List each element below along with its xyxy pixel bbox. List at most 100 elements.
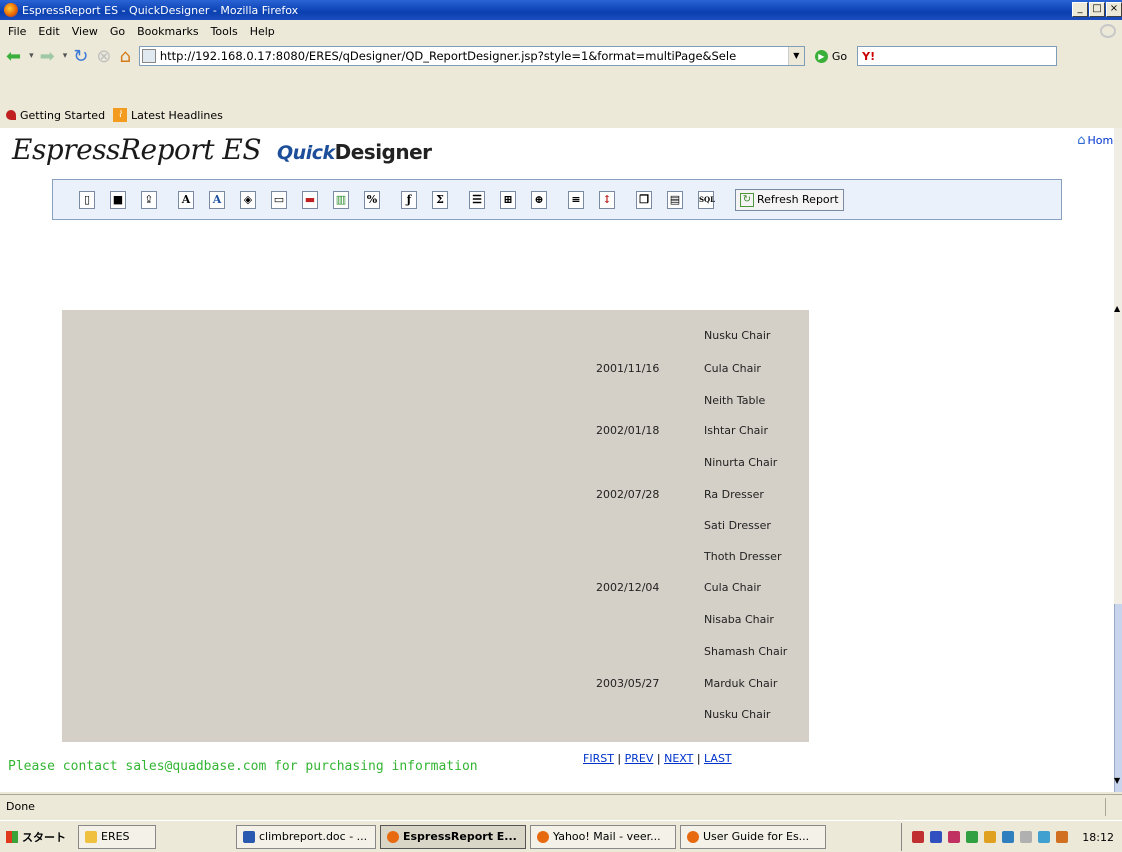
font-icon[interactable]: A bbox=[178, 190, 194, 209]
search-box[interactable]: Y! bbox=[857, 46, 1058, 66]
tray-app-icon[interactable] bbox=[966, 831, 979, 843]
menu-bookmarks[interactable]: Bookmarks bbox=[133, 25, 206, 38]
border-icon[interactable]: ▭ bbox=[271, 190, 287, 209]
clock: 18:12 bbox=[1082, 830, 1114, 844]
forward-dropdown-icon[interactable]: ▾ bbox=[63, 51, 68, 61]
report-row: Shamash Chair bbox=[62, 645, 809, 661]
new-icon[interactable]: ▯ bbox=[79, 190, 95, 209]
menu-tools[interactable]: Tools bbox=[207, 25, 246, 38]
report-row: Nusku Chair bbox=[62, 329, 809, 345]
tray-app-icon[interactable] bbox=[1002, 831, 1015, 843]
menu-file[interactable]: File bbox=[4, 25, 34, 38]
tray-app-icon[interactable] bbox=[948, 831, 961, 843]
title-bar: EspressReport ES - QuickDesigner - Mozil… bbox=[0, 0, 1122, 20]
refresh-report-button[interactable]: ↻ Refresh Report bbox=[735, 188, 844, 211]
save-icon[interactable]: ■ bbox=[110, 190, 126, 209]
url-text[interactable]: http://192.168.0.17:8080/ERES/qDesigner/… bbox=[160, 49, 788, 63]
prev-page-link[interactable]: PREV bbox=[625, 752, 654, 765]
home-icon: ⌂ bbox=[1077, 133, 1086, 148]
minimize-button[interactable]: _ bbox=[1072, 2, 1088, 17]
url-dropdown-icon[interactable]: ▼ bbox=[787, 47, 804, 65]
product-name: Neith Table bbox=[704, 394, 766, 407]
page-content: EspressReport ES QuickDesigner ⌂ Home ▯ ■… bbox=[0, 128, 1120, 792]
status-bar: Done bbox=[0, 794, 1122, 818]
font-color-icon[interactable]: A bbox=[209, 190, 225, 209]
format-icon[interactable]: % bbox=[364, 190, 380, 209]
back-dropdown-icon[interactable]: ▾ bbox=[29, 51, 34, 61]
align-icon[interactable]: ≡ bbox=[568, 190, 584, 209]
report-row: 2002/07/28 Ra Dresser bbox=[62, 488, 809, 504]
taskbar-label: climbreport.doc - ... bbox=[259, 830, 368, 843]
tray-app-icon[interactable] bbox=[984, 831, 997, 843]
insert-column-icon[interactable]: ⊞ bbox=[500, 190, 516, 209]
taskbar-label: Yahoo! Mail - veer... bbox=[553, 830, 661, 843]
vertical-scrollbar[interactable]: ▲ ▼ bbox=[1114, 128, 1122, 792]
start-button[interactable]: スタート bbox=[6, 829, 66, 845]
tray-app-icon[interactable] bbox=[1020, 831, 1033, 843]
go-button[interactable]: ▶ Go bbox=[814, 49, 847, 63]
scroll-up-icon[interactable]: ▲ bbox=[1114, 304, 1122, 320]
home-nav-icon[interactable]: ⌂ bbox=[119, 46, 130, 67]
scroll-thumb[interactable] bbox=[1114, 604, 1122, 792]
taskbar-item-user-guide[interactable]: User Guide for Es... bbox=[680, 824, 826, 849]
tray-app-icon[interactable] bbox=[1056, 831, 1069, 843]
last-page-link[interactable]: LAST bbox=[704, 752, 732, 765]
tray-app-icon[interactable] bbox=[930, 831, 943, 843]
fill-color-icon[interactable]: ◈ bbox=[240, 190, 256, 209]
bookmark-latest-headlines[interactable]: ⌇ Latest Headlines bbox=[113, 108, 223, 122]
system-tray: 18:12 bbox=[901, 823, 1122, 851]
order-date: 2002/07/28 bbox=[596, 488, 660, 501]
taskbar-item-eres[interactable]: ERES bbox=[78, 824, 156, 849]
stop-icon[interactable]: ⊗ bbox=[96, 46, 111, 67]
getting-started-icon bbox=[6, 110, 16, 120]
product-name: Sati Dresser bbox=[704, 519, 771, 532]
forward-icon[interactable]: ➡ bbox=[40, 46, 55, 67]
taskbar-item-climbreport[interactable]: climbreport.doc - ... bbox=[236, 824, 376, 849]
back-icon[interactable]: ⬅ bbox=[6, 46, 21, 67]
report-row: Nisaba Chair bbox=[62, 613, 809, 629]
report-row: 2002/12/04 Cula Chair bbox=[62, 581, 809, 597]
taskbar-item-espressreport[interactable]: EspressReport E... bbox=[380, 824, 526, 849]
order-date: 2002/01/18 bbox=[596, 424, 660, 437]
sort-icon[interactable]: ↕ bbox=[599, 190, 615, 209]
scroll-down-icon[interactable]: ▼ bbox=[1114, 776, 1122, 792]
product-name: Cula Chair bbox=[704, 581, 761, 594]
menu-edit[interactable]: Edit bbox=[34, 25, 67, 38]
insert-row-icon[interactable]: ☰ bbox=[469, 190, 485, 209]
menu-go[interactable]: Go bbox=[106, 25, 133, 38]
report-row: 2003/05/27 Marduk Chair bbox=[62, 677, 809, 693]
product-name: Nusku Chair bbox=[704, 708, 771, 721]
report-row: Nusku Chair bbox=[62, 708, 809, 724]
taskbar-item-yahoo-mail[interactable]: Yahoo! Mail - veer... bbox=[530, 824, 676, 849]
close-button[interactable]: × bbox=[1106, 2, 1122, 17]
report-row: Sati Dresser bbox=[62, 519, 809, 535]
window-title: EspressReport ES - QuickDesigner - Mozil… bbox=[22, 3, 299, 17]
bookmark-getting-started[interactable]: Getting Started bbox=[6, 109, 105, 122]
product-name: Shamash Chair bbox=[704, 645, 788, 658]
url-bar[interactable]: http://192.168.0.17:8080/ERES/qDesigner/… bbox=[138, 46, 805, 66]
product-name: Ninurta Chair bbox=[704, 456, 778, 469]
firefox-icon bbox=[687, 830, 699, 843]
merge-icon[interactable]: ⊕ bbox=[531, 190, 547, 209]
firefox-icon bbox=[537, 830, 549, 843]
maximize-button[interactable]: □ bbox=[1089, 2, 1105, 17]
sql-icon[interactable]: SQL bbox=[698, 190, 715, 209]
copy-icon[interactable]: ❐ bbox=[636, 190, 652, 209]
menu-view[interactable]: View bbox=[68, 25, 106, 38]
throbber-icon bbox=[1100, 24, 1116, 38]
chart-icon[interactable]: ▥ bbox=[333, 190, 349, 209]
menu-help[interactable]: Help bbox=[246, 25, 283, 38]
line-color-icon[interactable]: ▬ bbox=[302, 190, 318, 209]
report-row: Thoth Dresser bbox=[62, 550, 809, 566]
formula-icon[interactable]: ƒ bbox=[401, 190, 417, 209]
reload-icon[interactable]: ↻ bbox=[73, 46, 88, 67]
paste-icon[interactable]: ▤ bbox=[667, 190, 683, 209]
designer-toolbar: ▯ ■ ⇪ A A ◈ ▭ ▬ ▥ % ƒ Σ ☰ ⊞ ⊕ ≡ ↕ ❐ ▤ SQ… bbox=[52, 179, 1062, 220]
export-icon[interactable]: ⇪ bbox=[141, 190, 157, 209]
next-page-link[interactable]: NEXT bbox=[664, 752, 693, 765]
page-favicon-icon bbox=[141, 49, 156, 63]
first-page-link[interactable]: FIRST bbox=[583, 752, 614, 765]
tray-app-icon[interactable] bbox=[1038, 831, 1051, 843]
summary-icon[interactable]: Σ bbox=[432, 190, 448, 209]
tray-app-icon[interactable] bbox=[912, 831, 925, 843]
